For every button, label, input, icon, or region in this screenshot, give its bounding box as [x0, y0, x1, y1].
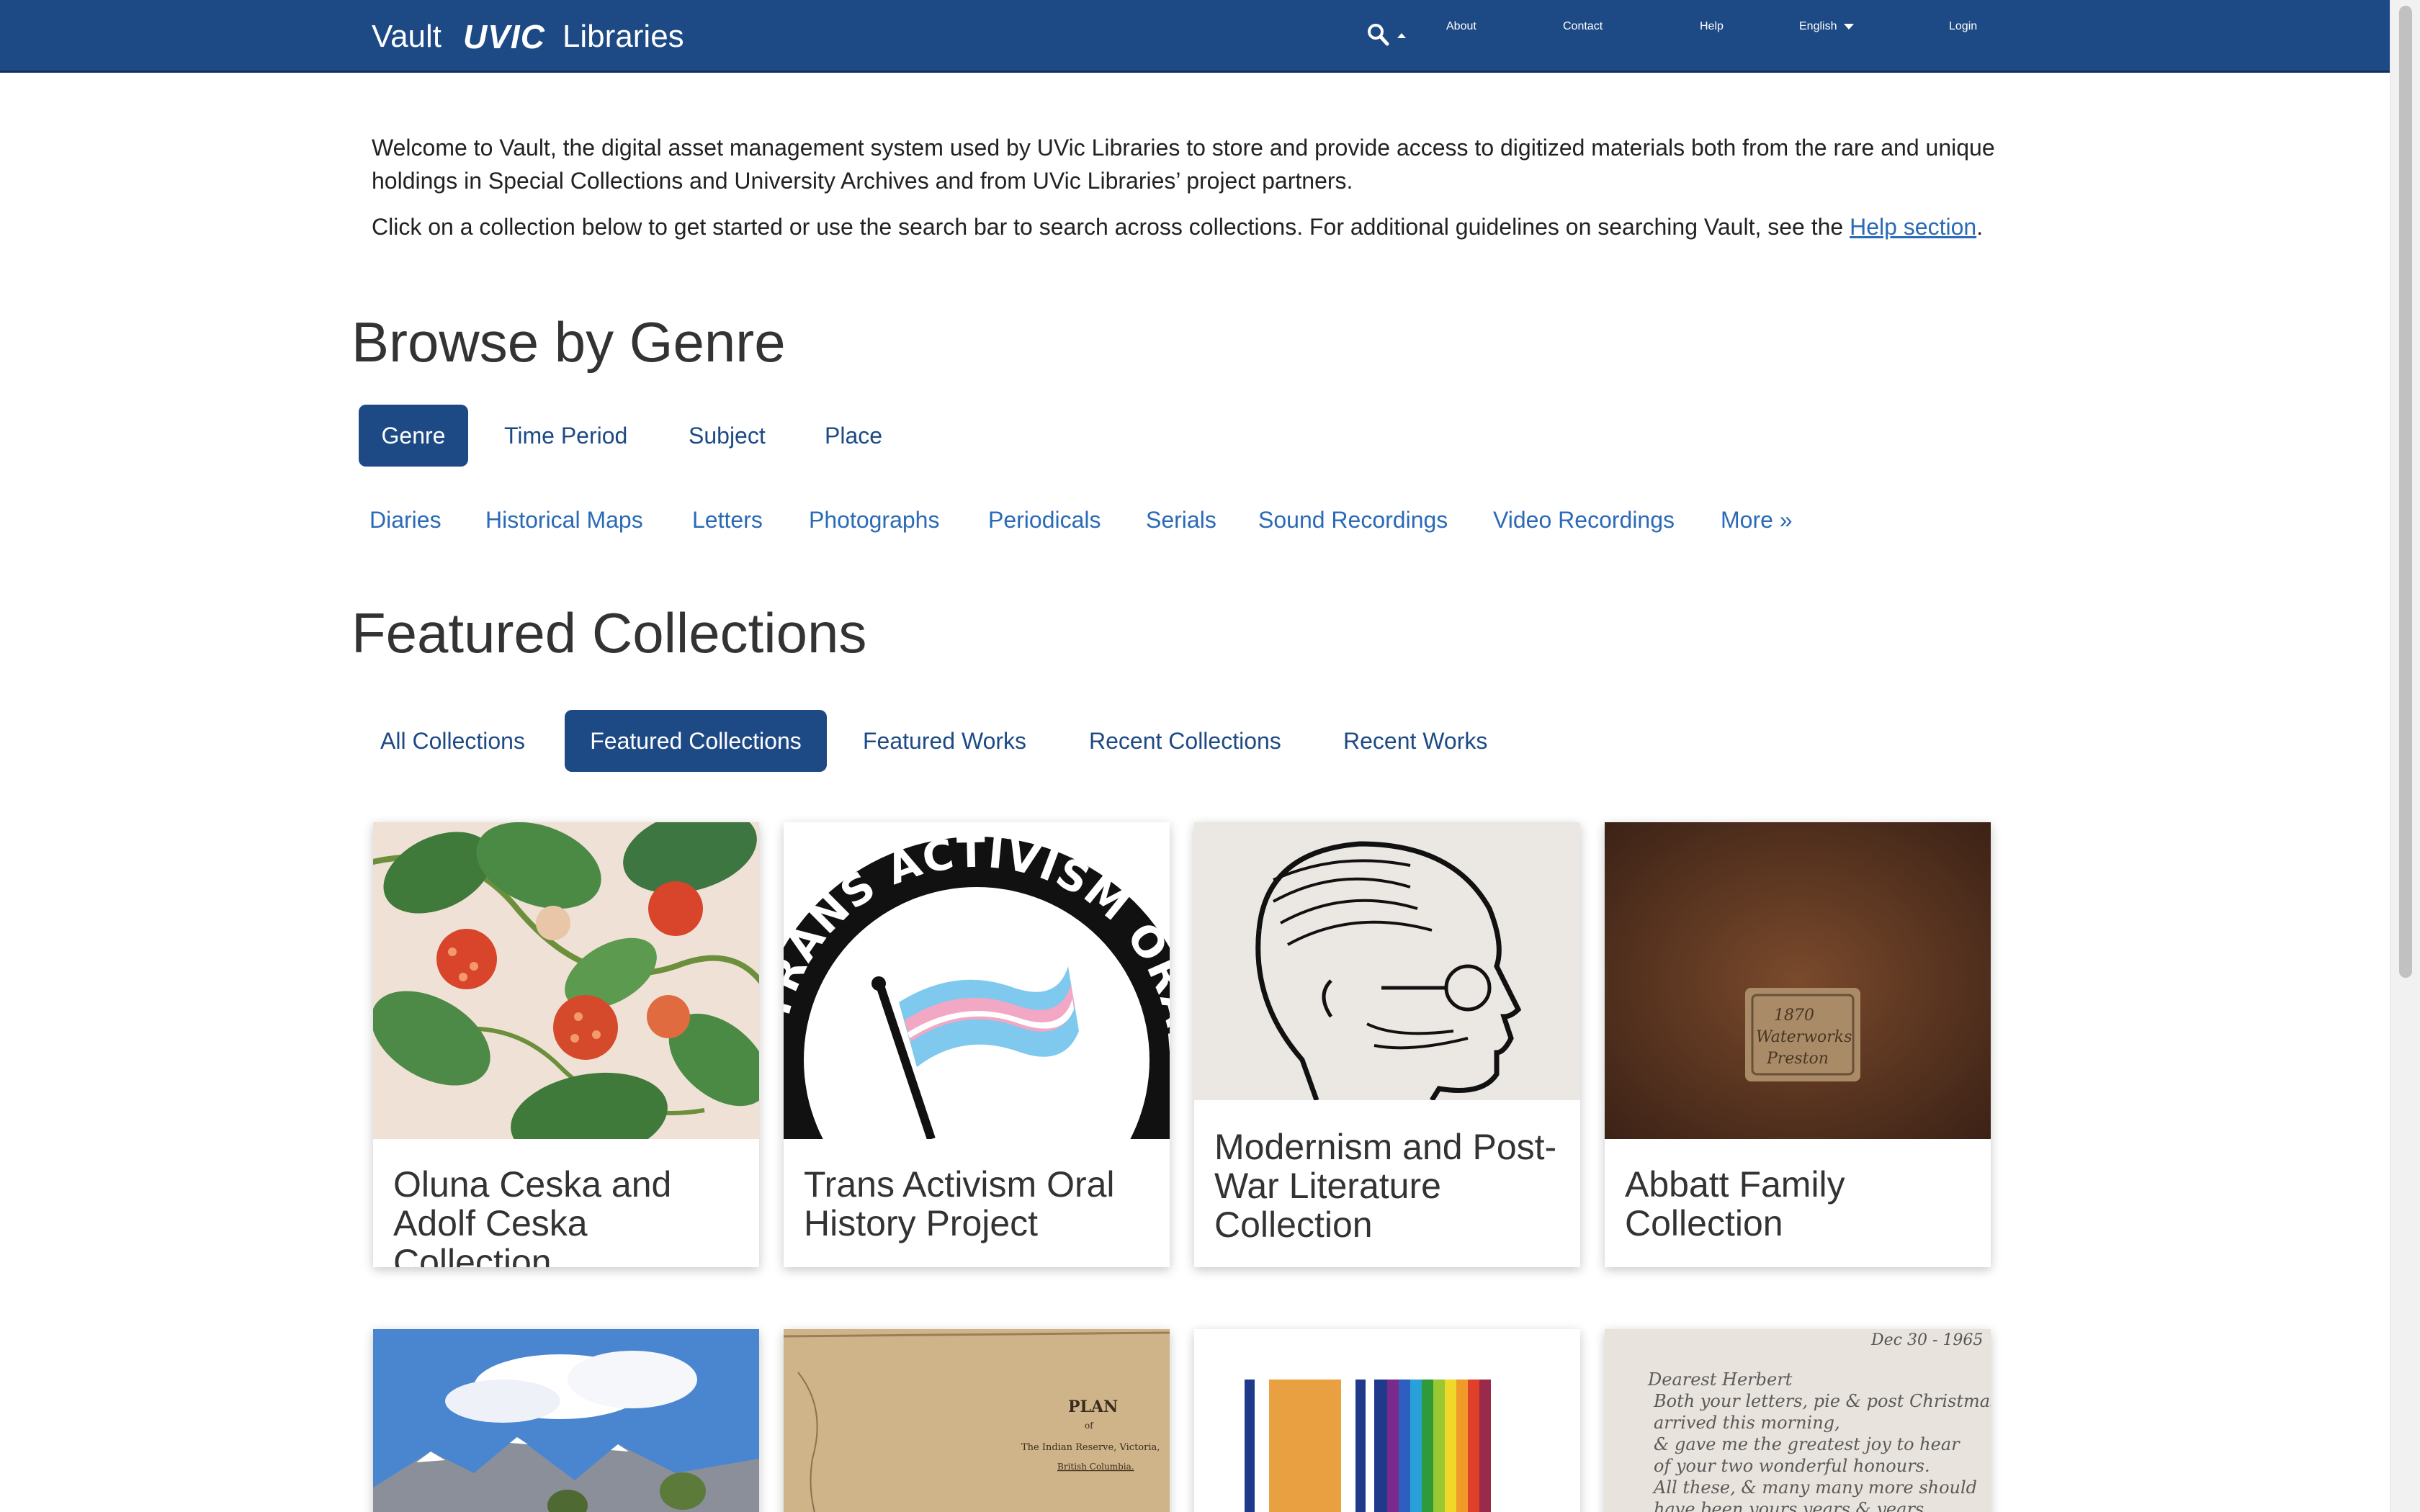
- label-line-3: Preston: [1766, 1050, 1829, 1068]
- label-line-2: Waterworks: [1756, 1028, 1852, 1046]
- tab-recent-collections[interactable]: Recent Collections: [1069, 710, 1301, 772]
- tab-genre[interactable]: Genre: [359, 405, 468, 467]
- brand-libraries: Libraries: [562, 18, 684, 54]
- brand-uvic: UVIC: [463, 17, 545, 55]
- letter-line: arrived this morning,: [1654, 1413, 1840, 1433]
- collection-card[interactable]: [373, 1329, 759, 1512]
- browse-heading: Browse by Genre: [351, 310, 786, 374]
- top-navbar: Vault UVIC Libraries About Contact Help …: [0, 0, 2390, 73]
- collection-thumbnail[interactable]: PLAN of The Indian Reserve, Victoria, Br…: [784, 1329, 1170, 1512]
- language-label: English: [1799, 20, 1837, 32]
- intro-p2-text: Click on a collection below to get start…: [372, 214, 1850, 240]
- collection-thumbnail[interactable]: Dec 30 - 1965 Dearest Herbert Both your …: [1605, 1329, 1991, 1512]
- tab-featured-collections[interactable]: Featured Collections: [565, 710, 827, 772]
- genre-link-serials[interactable]: Serials: [1146, 507, 1216, 534]
- collection-title[interactable]: Abbatt Family Collection: [1625, 1165, 1976, 1243]
- genre-link-video-recordings[interactable]: Video Recordings: [1493, 507, 1675, 534]
- collection-title[interactable]: Oluna Ceska and Adolf Ceska Collection: [393, 1165, 745, 1267]
- letter-line: All these, & many many more should: [1652, 1477, 1977, 1498]
- letter-line: & gave me the greatest joy to hear: [1654, 1434, 1960, 1454]
- nav-contact[interactable]: Contact: [1563, 20, 1603, 33]
- genre-link-photographs[interactable]: Photographs: [809, 507, 939, 534]
- intro-p2-end: .: [1976, 214, 1984, 240]
- collection-thumbnail[interactable]: [1194, 822, 1580, 1100]
- map-line-2: British Columbia.: [1057, 1462, 1134, 1472]
- featured-heading: Featured Collections: [351, 601, 867, 665]
- collection-card[interactable]: 1870 Waterworks Preston Abbatt Family Co…: [1605, 822, 1991, 1267]
- search-toggle[interactable]: [1367, 22, 1406, 50]
- intro-paragraph-1: Welcome to Vault, the digital asset mana…: [372, 135, 1995, 194]
- genre-link-more[interactable]: More »: [1721, 507, 1793, 534]
- collection-thumbnail[interactable]: TRANS ACTIVISM ORAL HISTORY PROJECT: [784, 822, 1170, 1139]
- letter-date: Dec 30 - 1965: [1870, 1331, 1983, 1349]
- collection-thumbnail[interactable]: [373, 1329, 759, 1512]
- intro-paragraph-2: Click on a collection below to get start…: [372, 210, 2007, 243]
- genre-link-periodicals[interactable]: Periodicals: [988, 507, 1101, 534]
- collection-card[interactable]: PLAN of The Indian Reserve, Victoria, Br…: [784, 1329, 1170, 1512]
- tab-featured-works[interactable]: Featured Works: [843, 710, 1047, 772]
- collection-card[interactable]: [1194, 1329, 1580, 1512]
- nav-help[interactable]: Help: [1700, 20, 1724, 33]
- nav-language[interactable]: English: [1799, 20, 1855, 33]
- collection-card[interactable]: Dec 30 - 1965 Dearest Herbert Both your …: [1605, 1329, 1991, 1512]
- collection-thumbnail[interactable]: [373, 822, 759, 1139]
- tab-time-period[interactable]: Time Period: [484, 405, 647, 467]
- tab-subject[interactable]: Subject: [668, 405, 786, 467]
- page-scrollbar[interactable]: [2390, 0, 2420, 1512]
- brand-logo[interactable]: Vault UVIC Libraries: [372, 0, 684, 73]
- map-line: The Indian Reserve, Victoria,: [1021, 1442, 1160, 1453]
- map-of: of: [1085, 1421, 1094, 1431]
- collection-card[interactable]: Oluna Ceska and Adolf Ceska Collection: [373, 822, 759, 1267]
- help-section-link[interactable]: Help section: [1850, 214, 1976, 240]
- tab-place[interactable]: Place: [805, 405, 902, 467]
- letter-line: Both your letters, pie & post Christmas: [1653, 1391, 1991, 1411]
- search-icon: [1368, 24, 1389, 46]
- genre-link-historical-maps[interactable]: Historical Maps: [485, 507, 643, 534]
- chevron-down-icon: [1844, 23, 1855, 30]
- map-title: PLAN: [1068, 1398, 1118, 1416]
- collection-title[interactable]: Trans Activism Oral History Project: [804, 1165, 1155, 1243]
- letter-line: Dearest Herbert: [1647, 1369, 1793, 1390]
- nav-login[interactable]: Login: [1949, 20, 1977, 33]
- letter-line: of your two wonderful honours.: [1654, 1456, 1930, 1476]
- genre-link-letters[interactable]: Letters: [692, 507, 763, 534]
- collection-card[interactable]: TRANS ACTIVISM ORAL HISTORY PROJECT Tran…: [784, 822, 1170, 1267]
- collection-card[interactable]: Modernism and Post-War Literature Collec…: [1194, 822, 1580, 1267]
- collection-thumbnail[interactable]: 1870 Waterworks Preston: [1605, 822, 1991, 1139]
- label-line-1: 1870: [1774, 1007, 1814, 1025]
- caret-up-icon: [1397, 33, 1406, 38]
- tab-all-collections[interactable]: All Collections: [360, 710, 545, 772]
- tab-recent-works[interactable]: Recent Works: [1323, 710, 1507, 772]
- collection-thumbnail[interactable]: [1194, 1329, 1580, 1512]
- nav-about[interactable]: About: [1446, 20, 1476, 33]
- collection-title[interactable]: Modernism and Post-War Literature Collec…: [1214, 1128, 1566, 1244]
- genre-link-diaries[interactable]: Diaries: [369, 507, 442, 534]
- genre-link-sound-recordings[interactable]: Sound Recordings: [1258, 507, 1448, 534]
- letter-line: have been yours years & years: [1654, 1499, 1924, 1512]
- brand-vault: Vault: [372, 18, 442, 54]
- scrollbar-thumb[interactable]: [2399, 6, 2412, 978]
